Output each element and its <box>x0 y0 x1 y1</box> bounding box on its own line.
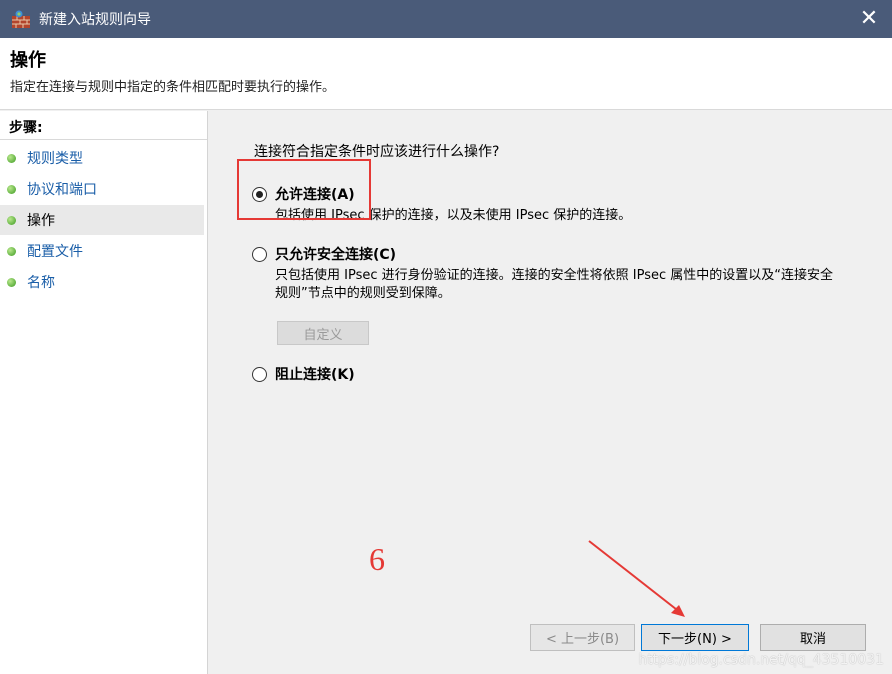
watermark: https://blog.csdn.net/qq_43510031 <box>638 652 884 668</box>
sidebar-item-protocol-port[interactable]: 协议和端口 <box>0 174 204 204</box>
close-button[interactable]: ✕ <box>846 0 892 38</box>
sidebar-item-profile[interactable]: 配置文件 <box>0 236 204 266</box>
option-label: 只允许安全连接(C) <box>275 247 397 263</box>
firewall-icon <box>11 9 31 29</box>
option-description: 只包括使用 IPsec 进行身份验证的连接。连接的安全性将依照 IPsec 属性… <box>275 268 833 301</box>
page-description: 指定在连接与规则中指定的条件相匹配时要执行的操作。 <box>10 80 336 95</box>
next-button[interactable]: 下一步(N) > <box>641 624 749 651</box>
annotation-step-number: 6 <box>369 541 385 577</box>
step-bullet-icon <box>7 215 16 225</box>
step-bullet-icon <box>7 277 16 287</box>
step-bullet-icon <box>7 184 16 194</box>
sidebar-item-action[interactable]: 操作 <box>0 205 204 235</box>
close-icon: ✕ <box>859 6 879 31</box>
main-content: 连接符合指定条件时应该进行什么操作? 允许连接(A) 包括使用 IPsec 保护… <box>209 111 892 674</box>
sidebar-item-label: 名称 <box>27 275 55 291</box>
page-header: 操作 指定在连接与规则中指定的条件相匹配时要执行的操作。 <box>0 38 892 110</box>
steps-divider <box>0 139 207 140</box>
option-label: 阻止连接(K) <box>275 367 355 383</box>
radio-block[interactable] <box>252 366 267 382</box>
title-bar: 新建入站规则向导 ✕ <box>0 0 892 38</box>
sidebar-item-name[interactable]: 名称 <box>0 267 204 297</box>
cancel-button[interactable]: 取消 <box>760 624 866 651</box>
action-question: 连接符合指定条件时应该进行什么操作? <box>254 144 500 160</box>
step-bullet-icon <box>7 153 16 163</box>
back-button[interactable]: < 上一步(B) <box>530 624 635 651</box>
page-title: 操作 <box>10 50 46 71</box>
window-title: 新建入站规则向导 <box>39 12 151 28</box>
sidebar-item-rule-type[interactable]: 规则类型 <box>0 143 204 173</box>
radio-secure[interactable] <box>252 246 267 262</box>
sidebar-item-label: 规则类型 <box>27 151 83 167</box>
option-block-connection[interactable]: 阻止连接(K) <box>252 364 355 384</box>
customize-button[interactable]: 自定义 <box>277 321 369 345</box>
sidebar-item-label: 操作 <box>27 213 55 229</box>
sidebar-item-label: 协议和端口 <box>27 182 97 198</box>
sidebar-item-label: 配置文件 <box>27 244 83 260</box>
steps-sidebar: 步骤: 规则类型 协议和端口 操作 配置文件 名称 <box>0 111 208 674</box>
annotation-arrow-icon <box>588 540 685 617</box>
option-allow-secure[interactable]: 只允许安全连接(C) <box>252 244 396 264</box>
steps-label: 步骤: <box>9 120 43 136</box>
annotation-highlight-box <box>237 159 371 220</box>
step-bullet-icon <box>7 246 16 256</box>
